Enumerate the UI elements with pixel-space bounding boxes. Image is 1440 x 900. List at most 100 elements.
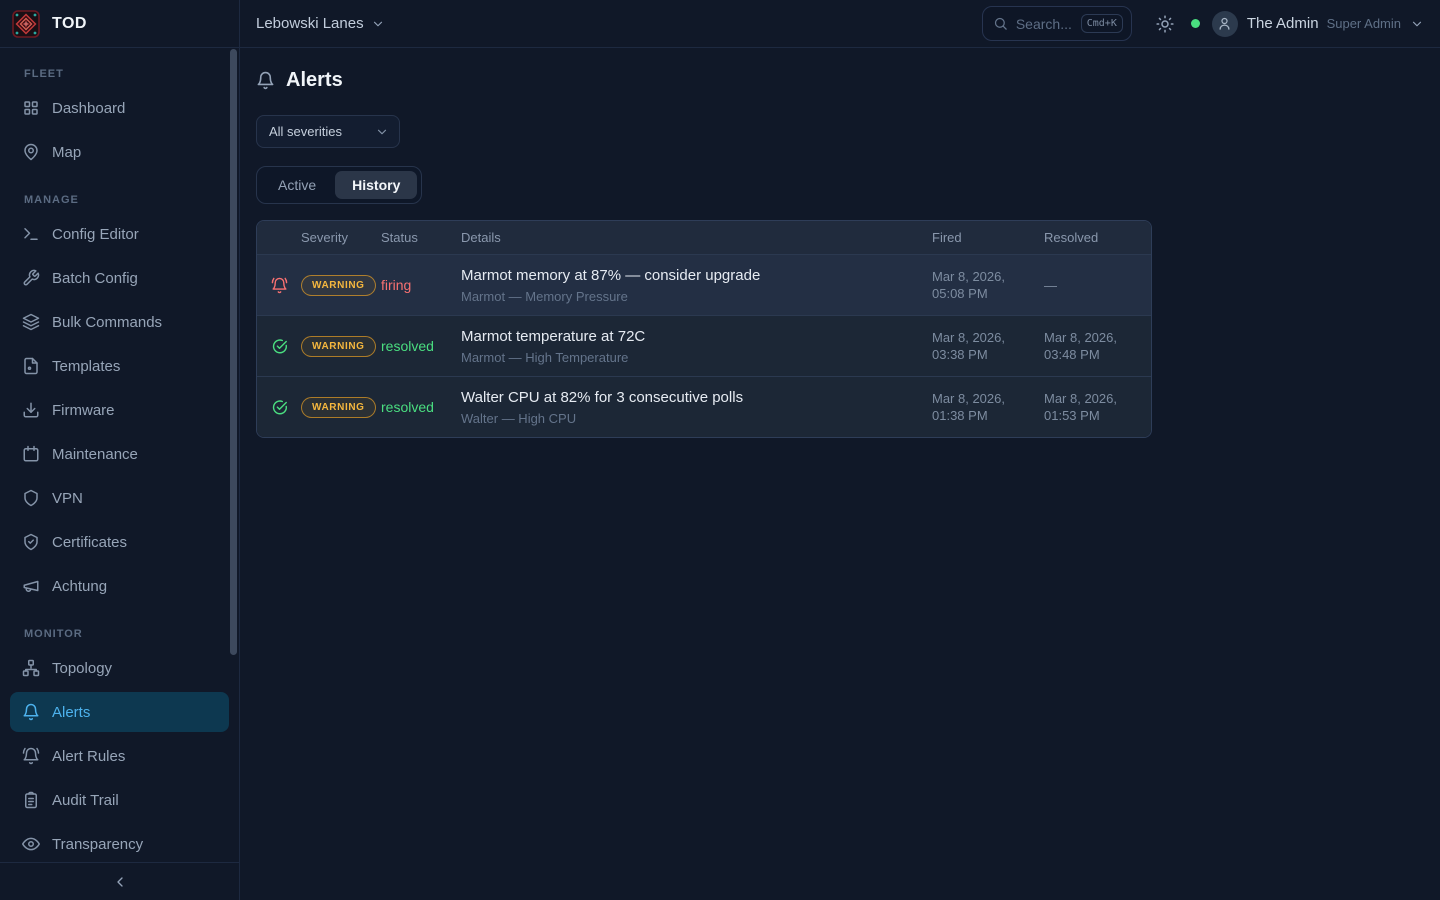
sidebar-item-audit-trail[interactable]: Audit Trail [10, 780, 229, 820]
check-circle-icon [257, 338, 301, 355]
sidebar-item-label: Achtung [52, 578, 107, 595]
table-row[interactable]: WARNING firing Marmot memory at 87% — co… [257, 254, 1151, 315]
sidebar-item-label: Certificates [52, 534, 127, 551]
resolved-cell: — [1044, 277, 1149, 294]
severity-badge: WARNING [301, 397, 376, 418]
sidebar-item-certificates[interactable]: Certificates [10, 522, 229, 562]
bell-icon [22, 703, 40, 721]
page-header: Alerts [256, 69, 1424, 92]
sidebar-item-label: Config Editor [52, 226, 139, 243]
sidebar-item-alerts[interactable]: Alerts [10, 692, 229, 732]
severity-filter-select[interactable]: All severities [256, 115, 400, 148]
status-dot [1191, 19, 1200, 28]
column-header-severity: Severity [301, 230, 381, 245]
table-row[interactable]: WARNING resolved Walter CPU at 82% for 3… [257, 376, 1151, 437]
alert-subtitle: Walter — High CPU [461, 411, 924, 426]
user-role-badge: Super Admin [1327, 16, 1401, 31]
sidebar-item-label: Batch Config [52, 270, 138, 287]
sidebar-item-firmware[interactable]: Firmware [10, 390, 229, 430]
page-title: Alerts [286, 69, 343, 92]
table-row[interactable]: WARNING resolved Marmot temperature at 7… [257, 315, 1151, 376]
severity-badge: WARNING [301, 336, 376, 357]
sidebar-item-transparency[interactable]: Transparency [10, 824, 229, 864]
section-label-manage: MANAGE [24, 194, 229, 206]
bell-ring-icon [22, 747, 40, 765]
severity-cell: WARNING [301, 397, 381, 418]
status-cell: resolved [381, 399, 461, 415]
sidebar-item-dashboard[interactable]: Dashboard [10, 88, 229, 128]
bell-alert-icon [257, 277, 301, 294]
alerts-table: Severity Status Details Fired Resolved W… [256, 220, 1152, 438]
map-pin-icon [22, 143, 40, 161]
brand-header: TOD [0, 0, 239, 48]
alert-subtitle: Marmot — High Temperature [461, 350, 924, 365]
fired-cell: Mar 8, 2026, 03:38 PM [932, 329, 1044, 363]
chevron-down-icon [371, 17, 385, 31]
severity-cell: WARNING [301, 275, 381, 296]
table-header: Severity Status Details Fired Resolved [257, 221, 1151, 254]
chevron-left-icon [112, 874, 128, 890]
tab-history[interactable]: History [335, 171, 417, 199]
alert-title: Walter CPU at 82% for 3 consecutive poll… [461, 389, 924, 406]
sidebar-item-templates[interactable]: Templates [10, 346, 229, 386]
user-name: The Admin [1247, 15, 1319, 32]
section-label-fleet: FLEET [24, 68, 229, 80]
column-header-details: Details [461, 230, 932, 245]
sidebar-item-maintenance[interactable]: Maintenance [10, 434, 229, 474]
sidebar-item-achtung[interactable]: Achtung [10, 566, 229, 606]
chevron-down-icon [375, 125, 389, 139]
tenant-switcher[interactable]: Lebowski Lanes [256, 15, 385, 32]
brand-name: TOD [52, 15, 87, 33]
sidebar-item-bulk-commands[interactable]: Bulk Commands [10, 302, 229, 342]
resolved-cell: Mar 8, 2026, 03:48 PM [1044, 329, 1149, 363]
alert-title: Marmot temperature at 72C [461, 328, 924, 345]
search-shortcut-badge: Cmd+K [1081, 14, 1123, 33]
alert-title: Marmot memory at 87% — consider upgrade [461, 267, 924, 284]
search-icon [993, 16, 1008, 31]
search-box[interactable]: Cmd+K [982, 6, 1132, 41]
severity-cell: WARNING [301, 336, 381, 357]
sidebar-item-label: Templates [52, 358, 120, 375]
file-icon [22, 357, 40, 375]
status-cell: firing [381, 277, 461, 293]
megaphone-icon [22, 577, 40, 595]
sidebar-item-label: Audit Trail [52, 792, 119, 809]
section-label-monitor: MONITOR [24, 628, 229, 640]
eye-icon [22, 835, 40, 853]
sidebar-item-map[interactable]: Map [10, 132, 229, 172]
topbar: Lebowski Lanes Cmd+K The Admin Super Adm… [240, 0, 1440, 48]
sidebar-item-config-editor[interactable]: Config Editor [10, 214, 229, 254]
bell-icon [256, 71, 275, 90]
sidebar-item-label: Transparency [52, 836, 143, 853]
sidebar-item-label: Alerts [52, 704, 90, 721]
sidebar: TOD FLEET Dashboard Map MANAGE Config Ed… [0, 0, 240, 900]
tab-active[interactable]: Active [261, 171, 333, 199]
dashboard-icon [22, 99, 40, 117]
user-menu[interactable]: The Admin Super Admin [1212, 11, 1424, 37]
details-cell: Marmot temperature at 72C Marmot — High … [461, 318, 932, 375]
sidebar-item-label: Dashboard [52, 100, 125, 117]
sun-icon[interactable] [1156, 15, 1174, 33]
sidebar-item-topology[interactable]: Topology [10, 648, 229, 688]
terminal-icon [22, 225, 40, 243]
sidebar-item-vpn[interactable]: VPN [10, 478, 229, 518]
sidebar-collapse-button[interactable] [0, 862, 239, 900]
shield-check-icon [22, 533, 40, 551]
clipboard-icon [22, 791, 40, 809]
column-header-status: Status [381, 230, 461, 245]
sidebar-item-alert-rules[interactable]: Alert Rules [10, 736, 229, 776]
sidebar-nav: FLEET Dashboard Map MANAGE Config Editor… [0, 48, 239, 864]
shield-icon [22, 489, 40, 507]
sidebar-scrollbar-thumb[interactable] [230, 49, 237, 655]
calendar-icon [22, 445, 40, 463]
main-content: Alerts All severities Active History Sev… [240, 48, 1440, 900]
search-input[interactable] [1016, 16, 1073, 32]
sidebar-item-label: Alert Rules [52, 748, 125, 765]
sidebar-item-batch-config[interactable]: Batch Config [10, 258, 229, 298]
severity-badge: WARNING [301, 275, 376, 296]
topology-icon [22, 659, 40, 677]
details-cell: Walter CPU at 82% for 3 consecutive poll… [461, 379, 932, 436]
chevron-down-icon [1410, 17, 1424, 31]
column-header-fired: Fired [932, 230, 1044, 245]
column-header-resolved: Resolved [1044, 230, 1149, 245]
